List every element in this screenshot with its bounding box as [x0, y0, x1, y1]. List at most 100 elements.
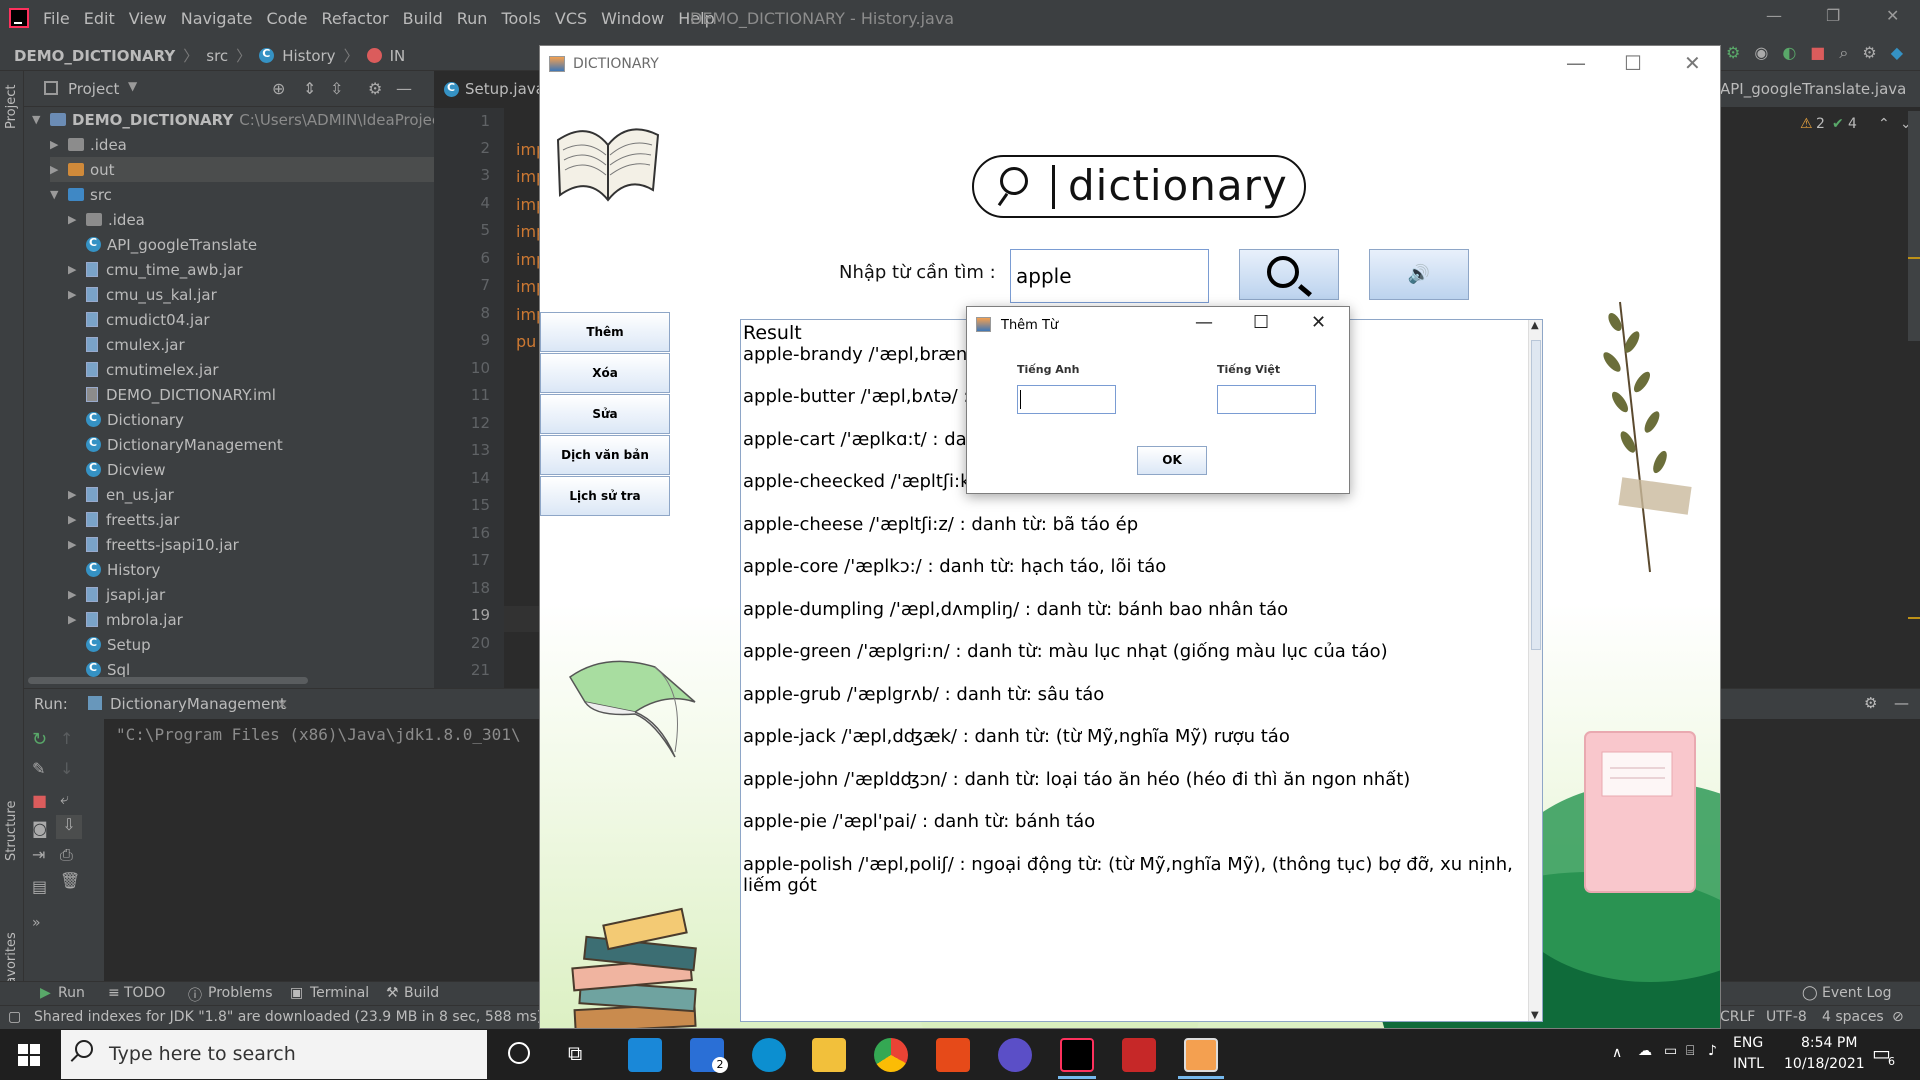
- stop-icon[interactable]: ■: [1810, 43, 1825, 63]
- keyboard-layout[interactable]: INTL: [1733, 1056, 1764, 1072]
- tab-todo[interactable]: TODO: [124, 985, 165, 1001]
- coccoc-icon[interactable]: [998, 1038, 1032, 1072]
- chevron-up-icon[interactable]: ∧: [1612, 1045, 1622, 1061]
- profile-icon[interactable]: ◐: [1782, 43, 1796, 63]
- arrow-down-icon[interactable]: ↓: [60, 759, 73, 778]
- tab-problems[interactable]: Problems: [208, 985, 273, 1001]
- tree-item[interactable]: cmulex.jar: [86, 332, 185, 357]
- project-panel-title[interactable]: Project: [68, 80, 119, 98]
- rerun-icon[interactable]: ↻: [32, 729, 47, 750]
- ok-button[interactable]: OK: [1137, 446, 1207, 475]
- vertical-scrollbar[interactable]: [1908, 111, 1920, 341]
- chrome-icon[interactable]: [874, 1038, 908, 1072]
- stop-icon[interactable]: ■: [32, 791, 47, 810]
- menu-build[interactable]: Build: [403, 9, 443, 28]
- tab-terminal[interactable]: Terminal: [310, 985, 369, 1001]
- coverage-icon[interactable]: ◉: [1754, 43, 1768, 63]
- office-icon[interactable]: [936, 1038, 970, 1072]
- clock-time[interactable]: 8:54 PM: [1801, 1035, 1857, 1051]
- tree-item[interactable]: cmudict04.jar: [86, 307, 210, 332]
- editor-tab-right[interactable]: API_googleTranslate.java: [1720, 71, 1920, 107]
- ide-restore-button[interactable]: ❐: [1826, 6, 1840, 25]
- close-icon[interactable]: ×: [276, 695, 289, 713]
- more-icon[interactable]: »: [32, 915, 41, 931]
- camera-icon[interactable]: ◙: [32, 819, 48, 838]
- dialog-minimize-button[interactable]: —: [1195, 312, 1213, 333]
- tree-item[interactable]: API_googleTranslate: [86, 232, 257, 257]
- add-word-button[interactable]: Thêm: [540, 312, 670, 352]
- locate-icon[interactable]: ⊕: [272, 79, 285, 98]
- tab-event-log[interactable]: Event Log: [1822, 985, 1892, 1001]
- lookup-input[interactable]: [1010, 249, 1209, 303]
- edit-word-button[interactable]: Sửa: [540, 394, 670, 434]
- tab-build[interactable]: Build: [404, 985, 439, 1001]
- expand-all-icon[interactable]: ⇕: [303, 79, 316, 98]
- menu-view[interactable]: View: [129, 9, 167, 28]
- chevron-up-icon[interactable]: ⌃: [1878, 116, 1890, 132]
- run-config-tab[interactable]: DictionaryManagement: [110, 695, 286, 713]
- exit-icon[interactable]: ⇥: [32, 845, 45, 864]
- wrench-icon[interactable]: ✎: [32, 759, 45, 778]
- horizontal-scrollbar[interactable]: [28, 677, 308, 684]
- taskbar-search[interactable]: Type here to search: [61, 1030, 487, 1079]
- status-message[interactable]: Shared indexes for JDK "1.8" are downloa…: [34, 1009, 579, 1025]
- hide-icon[interactable]: —: [396, 79, 412, 98]
- menu-code[interactable]: Code: [267, 9, 308, 28]
- breadcrumb-project[interactable]: DEMO_DICTIONARY: [14, 47, 175, 65]
- plugin-icon[interactable]: ◆: [1891, 43, 1903, 63]
- scroll-to-end-icon[interactable]: ⇩: [56, 815, 82, 839]
- project-tool-tab[interactable]: Project: [4, 85, 19, 129]
- intellij-icon[interactable]: [1060, 1038, 1094, 1072]
- tree-root[interactable]: ▼ DEMO_DICTIONARY C:\Users\ADMIN\IdeaPro…: [32, 107, 459, 132]
- menu-edit[interactable]: Edit: [84, 9, 115, 28]
- tree-item[interactable]: Dictionary: [86, 407, 184, 432]
- result-scrollbar[interactable]: ▲ ▼: [1528, 320, 1542, 1021]
- menu-vcs[interactable]: VCS: [555, 9, 587, 28]
- gear-icon[interactable]: ⚙: [1864, 694, 1877, 712]
- tree-item[interactable]: cmutimelex.jar: [86, 357, 219, 382]
- code-text[interactable]: pu: [516, 332, 536, 351]
- language-indicator[interactable]: ENG: [1733, 1035, 1763, 1051]
- microphone-icon[interactable]: ♪: [1708, 1043, 1717, 1059]
- trash-icon[interactable]: 🗑: [60, 871, 80, 890]
- debug-icon[interactable]: ⚙: [1726, 43, 1740, 63]
- warning-icon[interactable]: ⚠: [1800, 116, 1813, 132]
- search-icon[interactable]: ⌕: [1839, 43, 1848, 63]
- ide-minimize-button[interactable]: —: [1766, 6, 1782, 25]
- tree-item[interactable]: ▶ mbrola.jar: [68, 607, 183, 632]
- lock-icon[interactable]: ⊘: [1892, 1009, 1904, 1025]
- network-icon[interactable]: ⌸: [1686, 1043, 1694, 1059]
- layout-icon[interactable]: ▤: [32, 877, 47, 896]
- menu-file[interactable]: File: [43, 9, 70, 28]
- tree-item[interactable]: DEMO_DICTIONARY.iml: [86, 382, 276, 407]
- scrollbar-thumb[interactable]: [1531, 340, 1541, 650]
- breadcrumb-history[interactable]: History: [282, 47, 335, 65]
- search-button[interactable]: [1239, 249, 1339, 300]
- file-explorer-icon[interactable]: [812, 1038, 846, 1072]
- app-maximize-button[interactable]: ☐: [1624, 51, 1642, 75]
- dialog-close-button[interactable]: ✕: [1311, 312, 1326, 333]
- menu-window[interactable]: Window: [601, 9, 664, 28]
- cortana-icon[interactable]: [508, 1042, 530, 1064]
- vietnamese-meaning-input[interactable]: [1217, 385, 1316, 414]
- tree-item[interactable]: ▶ .idea: [50, 132, 127, 157]
- arrow-up-icon[interactable]: ▲: [1531, 320, 1539, 331]
- translate-text-button[interactable]: Dịch văn bản: [540, 435, 670, 475]
- hide-icon[interactable]: —: [1894, 694, 1909, 712]
- tree-item[interactable]: ▼ src: [50, 182, 112, 207]
- tree-item[interactable]: ▶ freetts-jsapi10.jar: [68, 532, 239, 557]
- arrow-up-icon[interactable]: ↑: [60, 729, 73, 748]
- history-button[interactable]: Lịch sử tra: [540, 476, 670, 516]
- settings-icon[interactable]: ⚙: [1862, 43, 1876, 63]
- tree-item[interactable]: ▶ freetts.jar: [68, 507, 179, 532]
- onedrive-icon[interactable]: ☁: [1638, 1043, 1652, 1059]
- editor-tab[interactable]: Setup.java: [444, 71, 545, 107]
- print-icon[interactable]: ⎙: [60, 845, 73, 865]
- pronounce-button[interactable]: 🔊: [1369, 249, 1469, 300]
- mcafee-icon[interactable]: [1122, 1038, 1156, 1072]
- windows-start-icon[interactable]: [18, 1044, 40, 1066]
- chevron-down-icon[interactable]: ▼: [128, 79, 137, 93]
- tree-item[interactable]: Setup: [86, 632, 151, 657]
- app-close-button[interactable]: ✕: [1684, 51, 1701, 75]
- ide-close-button[interactable]: ✕: [1886, 6, 1899, 25]
